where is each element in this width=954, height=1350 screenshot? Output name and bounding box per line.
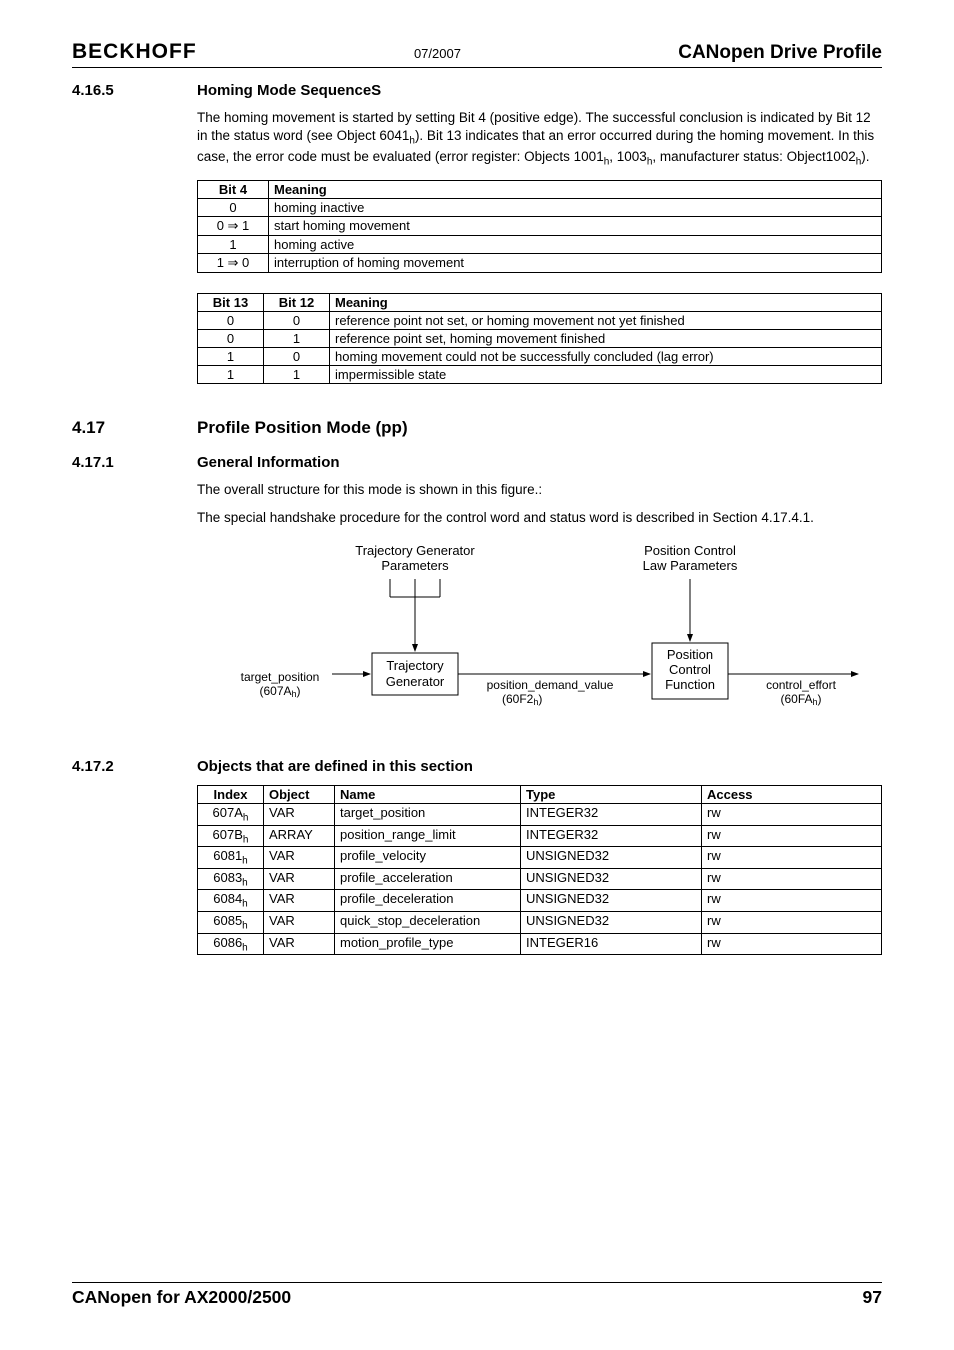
table-row: 0homing inactive	[198, 198, 882, 216]
header-date: 07/2007	[414, 46, 461, 61]
table-row: 607BhARRAYposition_range_limitINTEGER32r…	[198, 825, 882, 847]
svg-text:(607Ah): (607Ah)	[259, 684, 300, 699]
table-header-row: Bit 13 Bit 12 Meaning	[198, 293, 882, 311]
brand: BECKHOFF	[72, 40, 197, 64]
section-number: 4.16.5	[72, 82, 197, 384]
objects-table: Index Object Name Type Access 607AhVARta…	[197, 785, 882, 955]
label-target-position: target_position	[240, 670, 319, 684]
header-rule	[72, 67, 882, 68]
page-header: BECKHOFF 07/2007 CANopen Drive Profile	[72, 40, 882, 64]
table-row: 6084hVARprofile_decelerationUNSIGNED32rw	[198, 890, 882, 912]
section-title: Homing Mode SequenceS	[197, 82, 882, 99]
table-row: 00reference point not set, or homing mov…	[198, 311, 882, 329]
label-traj-params2: Parameters	[381, 558, 449, 573]
table-header-row: Index Object Name Type Access	[198, 786, 882, 804]
svg-text:Trajectory: Trajectory	[386, 658, 444, 673]
homing-paragraph: The homing movement is started by settin…	[197, 109, 882, 170]
general-p1: The overall structure for this mode is s…	[197, 481, 882, 499]
svg-text:(60FAh): (60FAh)	[780, 692, 821, 707]
table-row: 01reference point set, homing movement f…	[198, 329, 882, 347]
footer-title: CANopen for AX2000/2500	[72, 1287, 291, 1308]
table-row: 6085hVARquick_stop_decelerationUNSIGNED3…	[198, 912, 882, 934]
table-row: 607AhVARtarget_positionINTEGER32rw	[198, 804, 882, 826]
label-pos-params: Position Control	[644, 543, 736, 558]
section-pp: 4.17 Profile Position Mode (pp)	[72, 418, 882, 438]
svg-text:(60F2h): (60F2h)	[502, 692, 542, 707]
section-title: Profile Position Mode (pp)	[197, 418, 882, 438]
label-control-effort: control_effort	[766, 678, 836, 692]
bit4-table: Bit 4 Meaning 0homing inactive 0 ⇒ 1star…	[197, 180, 882, 273]
section-title: Objects that are defined in this section	[197, 758, 882, 775]
table-row: 1 ⇒ 0interruption of homing movement	[198, 253, 882, 272]
page-footer: CANopen for AX2000/2500 97	[72, 1282, 882, 1308]
table-header-row: Bit 4 Meaning	[198, 180, 882, 198]
block-diagram: Trajectory Generator Parameters Position…	[220, 541, 860, 736]
section-number: 4.17.2	[72, 758, 197, 955]
table-row: 1homing active	[198, 235, 882, 253]
label-position-demand: position_demand_value	[486, 678, 613, 692]
table-row: 6081hVARprofile_velocityUNSIGNED32rw	[198, 847, 882, 869]
svg-text:Function: Function	[665, 677, 715, 692]
section-number: 4.17	[72, 418, 197, 438]
header-title: CANopen Drive Profile	[678, 42, 882, 64]
table-row: 0 ⇒ 1start homing movement	[198, 216, 882, 235]
svg-text:Control: Control	[669, 662, 711, 677]
svg-text:Generator: Generator	[385, 674, 444, 689]
section-title: General Information	[197, 454, 882, 471]
table-row: 6086hVARmotion_profile_typeINTEGER16rw	[198, 933, 882, 955]
section-number: 4.17.1	[72, 454, 197, 736]
svg-text:Position: Position	[666, 647, 712, 662]
section-objects: 4.17.2 Objects that are defined in this …	[72, 758, 882, 955]
section-homing: 4.16.5 Homing Mode SequenceS The homing …	[72, 82, 882, 384]
table-row: 10homing movement could not be successfu…	[198, 347, 882, 365]
section-general-info: 4.17.1 General Information The overall s…	[72, 454, 882, 736]
label-traj-params: Trajectory Generator	[355, 543, 475, 558]
bit13-12-table: Bit 13 Bit 12 Meaning 00reference point …	[197, 293, 882, 384]
table-row: 11impermissible state	[198, 365, 882, 383]
label-pos-params2: Law Parameters	[642, 558, 737, 573]
table-row: 6083hVARprofile_accelerationUNSIGNED32rw	[198, 868, 882, 890]
page-number: 97	[863, 1287, 882, 1308]
general-p2: The special handshake procedure for the …	[197, 509, 882, 527]
